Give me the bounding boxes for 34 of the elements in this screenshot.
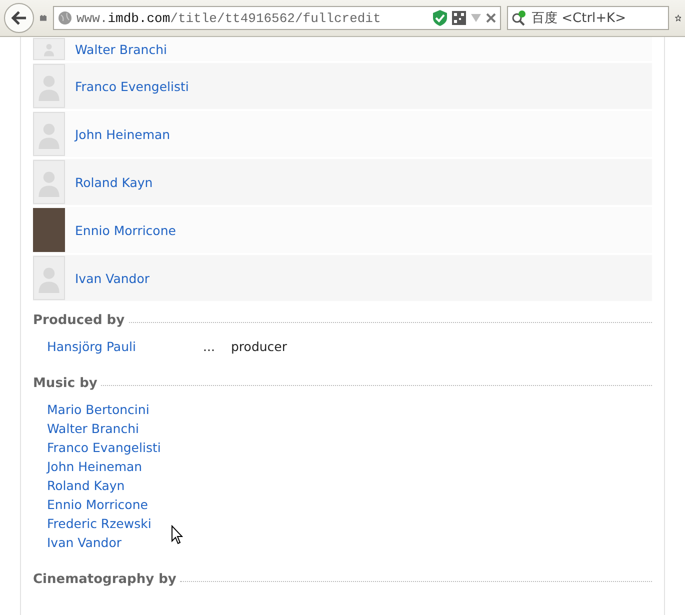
- globe-icon: [58, 11, 72, 25]
- section-heading: Music by: [33, 376, 98, 391]
- credit-name-link[interactable]: Frederic Rzewski: [47, 516, 152, 531]
- section-heading: Produced by: [33, 313, 125, 328]
- credit-name-link[interactable]: John Heineman: [47, 459, 142, 474]
- credit-name-link[interactable]: Walter Branchi: [47, 421, 139, 436]
- cast-name-link[interactable]: Walter Branchi: [75, 42, 167, 56]
- credit-name-link[interactable]: Ennio Morricone: [47, 497, 148, 512]
- address-bar[interactable]: www.imdb.com/title/tt4916562/fullcredit: [52, 6, 500, 30]
- close-icon[interactable]: [486, 13, 496, 23]
- photo-placeholder: [33, 208, 65, 252]
- credit-name-link[interactable]: Franco Evangelisti: [47, 440, 161, 455]
- cast-name-link[interactable]: Franco Evengelisti: [75, 78, 189, 94]
- credit-name-link[interactable]: Ivan Vandor: [47, 535, 122, 550]
- separator-dots: ...: [203, 339, 216, 354]
- shield-check-icon[interactable]: [432, 10, 446, 26]
- cast-name-link[interactable]: John Heineman: [75, 126, 170, 142]
- back-button[interactable]: [4, 3, 34, 33]
- credit-role: producer: [231, 339, 288, 354]
- credit-name-link[interactable]: Roland Kayn: [47, 478, 125, 493]
- mouse-cursor-icon: [171, 525, 183, 545]
- qr-code-icon[interactable]: [452, 11, 466, 25]
- back-arrow-icon: [11, 11, 27, 25]
- person-silhouette-icon: [33, 112, 65, 156]
- search-field[interactable]: 百度 <Ctrl+K>: [506, 6, 668, 30]
- cast-name-link[interactable]: Ivan Vandor: [75, 270, 150, 286]
- cast-name-link[interactable]: Ennio Morricone: [75, 222, 176, 238]
- person-silhouette-icon: [33, 38, 65, 60]
- credit-name-link[interactable]: Hansjörg Pauli: [47, 339, 203, 354]
- credit-name-link[interactable]: Mario Bertoncini: [47, 402, 150, 417]
- search-icon: [510, 10, 526, 26]
- section-heading: Cinematography by: [33, 572, 176, 587]
- cast-name-link[interactable]: Roland Kayn: [75, 174, 153, 190]
- url-text: www.imdb.com/title/tt4916562/fullcredit: [76, 10, 382, 26]
